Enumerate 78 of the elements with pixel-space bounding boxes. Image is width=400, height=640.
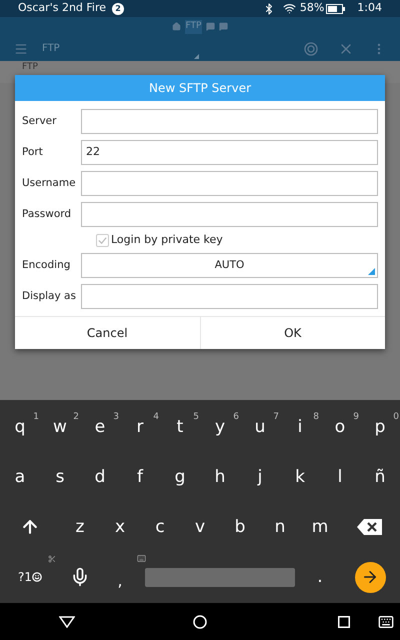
field-label: Display as — [22, 288, 77, 304]
key[interactable]: q — [14, 418, 26, 436]
key[interactable]: m — [312, 518, 328, 536]
menu-icon[interactable] — [14, 42, 28, 56]
enter-key[interactable] — [354, 562, 386, 592]
key[interactable]: d — [94, 468, 106, 486]
key[interactable]: w — [53, 418, 67, 436]
key[interactable]: i — [298, 418, 302, 436]
key-hint: 0 — [393, 411, 399, 424]
key[interactable]: r — [136, 418, 144, 436]
notification-count: 2 — [112, 2, 124, 14]
dropdown-corner-icon — [194, 54, 199, 59]
key[interactable]: . — [317, 568, 323, 586]
battery-icon — [326, 4, 346, 14]
key[interactable]: p — [374, 418, 386, 436]
smiley-icon — [32, 572, 42, 582]
key[interactable]: b — [234, 518, 246, 536]
key[interactable]: ñ — [374, 468, 386, 486]
dropdown-corner-icon — [368, 268, 375, 275]
key[interactable]: k — [295, 468, 305, 486]
key[interactable]: o — [334, 418, 346, 436]
key[interactable]: n — [274, 518, 286, 536]
encoding-dropdown[interactable]: AUTO — [81, 253, 378, 278]
key[interactable]: v — [194, 518, 206, 536]
scissors-icon — [48, 555, 56, 563]
key[interactable]: l — [338, 468, 342, 486]
key-hint: 3 — [113, 411, 119, 424]
key[interactable]: y — [214, 418, 226, 436]
toolbar-title: FTP — [42, 42, 60, 56]
note-icon[interactable] — [219, 22, 228, 32]
arrow-icon — [361, 568, 379, 586]
keyboard-icon — [137, 554, 146, 563]
key-hint: 6 — [233, 411, 239, 424]
back-icon[interactable] — [58, 616, 74, 628]
key-hint: 4 — [153, 411, 159, 424]
key[interactable]: g — [174, 468, 186, 486]
key[interactable]: f — [137, 468, 143, 486]
field-label: Port — [22, 144, 44, 160]
home-icon[interactable] — [172, 22, 181, 32]
key-hint: 8 — [313, 411, 319, 424]
key[interactable]: h — [214, 468, 226, 486]
key-hint: 2 — [73, 411, 79, 424]
dialog-button[interactable]: Cancel — [15, 317, 200, 349]
recents-icon[interactable] — [338, 616, 350, 628]
key[interactable]: , — [118, 570, 122, 592]
checkbox-label: Login by private key — [111, 232, 223, 248]
dialog-button[interactable]: OK — [200, 317, 385, 349]
key[interactable]: z — [76, 518, 84, 536]
target-icon[interactable] — [304, 42, 318, 56]
field-label: Password — [22, 206, 72, 222]
key[interactable]: a — [14, 468, 26, 486]
key[interactable]: c — [155, 518, 165, 536]
shift-key[interactable] — [20, 517, 40, 537]
key[interactable]: j — [258, 468, 262, 486]
key-hint: 5 — [193, 411, 199, 424]
checkbox[interactable] — [96, 234, 109, 246]
chat-icon[interactable] — [206, 22, 216, 32]
key[interactable]: x — [114, 518, 126, 536]
battery-percent: 58% — [300, 0, 324, 16]
carrier-name: Oscar's 2nd Fire — [18, 0, 106, 16]
key[interactable]: t — [176, 418, 184, 436]
keyboard-icon[interactable] — [378, 614, 394, 630]
key-hint: 9 — [353, 411, 359, 424]
dialog-title: New SFTP Server — [15, 75, 385, 101]
clock: 1:04 — [357, 0, 382, 16]
symbols-key[interactable]: ?1 — [18, 568, 42, 586]
key-hint: 1 — [33, 411, 39, 424]
key[interactable]: s — [56, 468, 64, 486]
field-label: Server — [22, 114, 58, 129]
key[interactable]: u — [254, 418, 266, 436]
backspace-key[interactable] — [357, 519, 383, 535]
field-label: Username — [22, 176, 77, 191]
input-field[interactable]: 22 — [81, 140, 378, 165]
home-circle-icon[interactable] — [192, 614, 206, 628]
key-hint: 7 — [273, 411, 279, 424]
space-bar[interactable] — [145, 568, 295, 586]
field-label: Encoding — [22, 258, 72, 273]
key[interactable]: e — [94, 418, 106, 436]
